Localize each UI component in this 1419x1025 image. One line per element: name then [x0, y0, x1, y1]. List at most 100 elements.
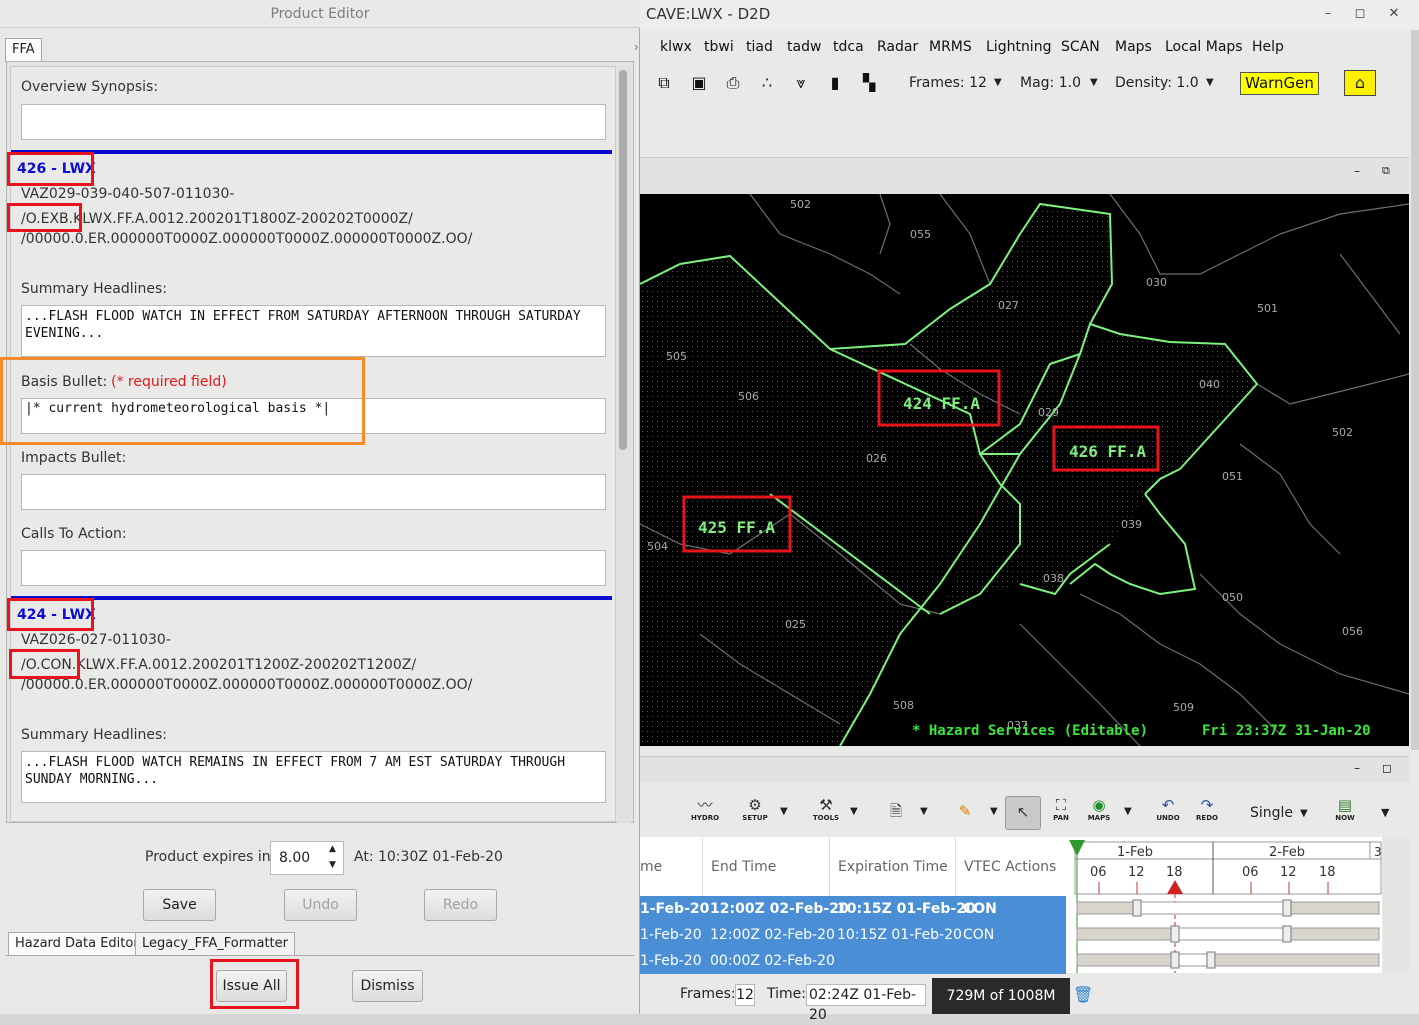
menu-radar[interactable]: Radar: [877, 34, 918, 60]
undo-button[interactable]: Undo: [284, 889, 357, 921]
menu-local-maps[interactable]: Local Maps: [1165, 34, 1243, 60]
menu-tadw[interactable]: tadw: [787, 34, 821, 60]
chevron-down-icon[interactable]: ▼: [990, 806, 998, 817]
now-button[interactable]: ▤ NOW: [1327, 796, 1363, 830]
tools-button[interactable]: ⚒ TOOLS: [808, 796, 844, 830]
chevron-down-icon[interactable]: ▼: [1381, 806, 1389, 819]
menu-tdca[interactable]: tdca: [833, 34, 864, 60]
column-header[interactable]: me: [640, 837, 662, 897]
trash-icon[interactable]: 🗑: [1073, 985, 1093, 1004]
chevron-down-icon[interactable]: ▼: [1206, 72, 1214, 94]
right-edge: [1411, 30, 1419, 750]
table-row[interactable]: 1-Feb-20 12:00Z 02-Feb-20 10:15Z 01-Feb-…: [640, 922, 1066, 948]
save-button[interactable]: Save: [143, 889, 216, 921]
impacts-input[interactable]: [21, 474, 606, 510]
summary-input[interactable]: ...FLASH FLOOD WATCH IN EFFECT FROM SATU…: [21, 305, 606, 357]
chevron-down-icon[interactable]: ▼: [920, 806, 928, 817]
chevron-down-icon[interactable]: ▼: [1124, 806, 1132, 817]
select-button[interactable]: ↖: [1005, 796, 1041, 830]
calls-input[interactable]: [21, 550, 606, 586]
column-header[interactable]: Expiration Time: [838, 837, 948, 897]
redo-tool-button[interactable]: ↷ REDO: [1189, 796, 1225, 830]
density-select[interactable]: Density: 1.0: [1115, 72, 1199, 94]
hazard-services-icon[interactable]: ⌂: [1344, 70, 1376, 96]
map-display[interactable]: 502 055 030 027 501 505 506 040 029 502 …: [640, 194, 1409, 746]
menu-tiad[interactable]: tiad: [746, 34, 773, 60]
draw-button[interactable]: ✎: [947, 796, 983, 830]
zone-label: 025: [785, 618, 806, 631]
restore-pane-icon[interactable]: ⧉: [1382, 164, 1390, 178]
chevron-down-icon[interactable]: ▼: [1090, 72, 1098, 94]
arrow-icon: ↖: [1016, 803, 1030, 821]
sample-icon[interactable]: ⩔: [791, 72, 811, 94]
hydro-button[interactable]: 〰 HYDRO: [687, 796, 723, 830]
tab-legacy-ffa-formatter[interactable]: Legacy_FFA_Formatter: [135, 932, 295, 956]
pan-button[interactable]: ⛶ PAN: [1043, 796, 1079, 830]
tab-hazard-data-editor[interactable]: Hazard Data Editor: [8, 932, 146, 956]
summary-label: Summary Headlines:: [21, 727, 167, 743]
menu-help[interactable]: Help: [1252, 34, 1284, 60]
spin-up-icon[interactable]: ▲: [329, 844, 336, 854]
maximize-icon[interactable]: ◻: [1350, 4, 1370, 24]
close-icon[interactable]: ✕: [1384, 4, 1404, 24]
menu-scan[interactable]: SCAN: [1061, 34, 1100, 60]
chevron-down-icon[interactable]: ▼: [850, 806, 858, 817]
column-divider: [702, 837, 703, 897]
table-row[interactable]: 1-Feb-20 00:00Z 02-Feb-20: [640, 948, 1066, 974]
summary-input[interactable]: ...FLASH FLOOD WATCH REMAINS IN EFFECT F…: [21, 751, 606, 803]
hour-label: 12: [1128, 865, 1145, 880]
menu-tbwi[interactable]: tbwi: [704, 34, 734, 60]
print-icon[interactable]: ⎙: [723, 72, 743, 94]
tools-icon: ⚒: [819, 796, 833, 814]
time-field[interactable]: 02:24Z 01-Feb-20: [806, 984, 926, 1023]
column-header[interactable]: VTEC Actions: [964, 837, 1056, 897]
menu-klwx[interactable]: klwx: [660, 34, 692, 60]
overview-input[interactable]: [21, 104, 606, 140]
menu-maps[interactable]: Maps: [1115, 34, 1152, 60]
product-button[interactable]: 🗎: [878, 796, 914, 830]
maximize-pane-icon[interactable]: ◻: [1382, 761, 1392, 775]
day-label: 1-Feb: [1117, 845, 1153, 860]
zone-label: 502: [790, 198, 811, 211]
mode-select[interactable]: Single: [1250, 805, 1293, 821]
zone-label: 508: [893, 699, 914, 712]
scroll-right-icon[interactable]: ›: [634, 40, 639, 54]
tab-ffa[interactable]: FFA: [5, 38, 42, 62]
redo-button[interactable]: Redo: [424, 889, 497, 921]
warngen-button[interactable]: WarnGen: [1240, 72, 1319, 95]
expires-spinner[interactable]: 8.00 ▲ ▼: [270, 841, 344, 875]
table-row[interactable]: 1-Feb-20 12:00Z 02-Feb-20 10:15Z 01-Feb-…: [640, 896, 1066, 922]
panes-icon[interactable]: ▚: [859, 72, 879, 94]
clear-icon[interactable]: ⧉: [654, 72, 674, 94]
minimize-pane-icon[interactable]: –: [1354, 761, 1360, 775]
minimize-pane-icon[interactable]: –: [1354, 164, 1360, 178]
chevron-down-icon[interactable]: ▼: [780, 806, 788, 817]
setup-button[interactable]: ⚙ SETUP: [737, 796, 773, 830]
undo-tool-button[interactable]: ↶ UNDO: [1150, 796, 1186, 830]
chevron-down-icon[interactable]: ▼: [994, 72, 1002, 94]
legend-icon[interactable]: ▮: [825, 72, 845, 94]
timeline[interactable]: 1-Feb 2-Feb 3 06 12 18 06 12 18: [1069, 837, 1382, 973]
hazard-label[interactable]: 425 FF.A: [698, 518, 775, 537]
hazard-label[interactable]: 424 FF.A: [903, 394, 980, 413]
dismiss-button[interactable]: Dismiss: [352, 970, 423, 1002]
hydro-icon: 〰: [697, 796, 713, 814]
hour-label: 06: [1242, 865, 1259, 880]
chevron-down-icon[interactable]: ▼: [1300, 808, 1308, 819]
points-icon[interactable]: ∴: [757, 72, 777, 94]
menu-mrms[interactable]: MRMS: [929, 34, 972, 60]
menu-lightning[interactable]: Lightning: [986, 34, 1051, 60]
mag-select[interactable]: Mag: 1.0: [1020, 72, 1081, 94]
hazard-label[interactable]: 426 FF.A: [1069, 442, 1146, 461]
image-icon[interactable]: ▣: [689, 72, 709, 94]
column-header[interactable]: End Time: [711, 837, 776, 897]
minimize-icon[interactable]: –: [1318, 4, 1338, 24]
maps-button[interactable]: ◉ MAPS: [1081, 796, 1117, 830]
spin-down-icon[interactable]: ▼: [329, 860, 336, 870]
product-scrollbar-thumb[interactable]: [619, 70, 627, 450]
frames-select[interactable]: Frames: 12: [909, 72, 987, 94]
expires-label: Product expires in:: [145, 849, 276, 865]
frames-field[interactable]: 12: [735, 984, 755, 1006]
timeline-scrollbar[interactable]: [1383, 837, 1409, 973]
pan-icon: ⛶: [1055, 796, 1067, 814]
